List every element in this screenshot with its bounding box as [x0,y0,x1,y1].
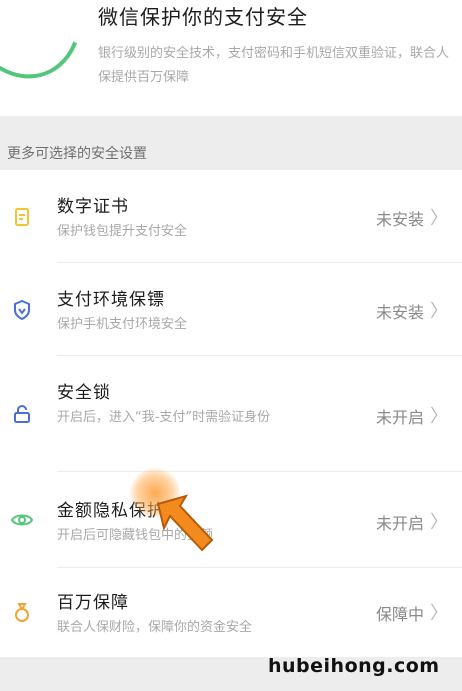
item-title: 安全锁 [57,383,111,403]
chevron-right-icon: 〉 [430,406,448,427]
item-status: 未安装 [375,210,424,229]
security-arc [0,0,103,96]
pointer-arrow-icon [156,494,214,552]
item-title: 支付环境保镖 [57,290,165,310]
item-title: 数字证书 [57,197,129,217]
item-subtitle: 保护手机支付环境安全 [57,317,188,332]
section-title: 更多可选择的安全设置 [7,146,147,162]
shield-icon [14,299,30,321]
certificate-icon [15,208,29,226]
list-item-security-lock[interactable]: 安全锁 开启后，进入“我-支付”时需验证身份 未开启 〉 [0,356,462,472]
section-header: 更多可选择的安全设置 [0,116,462,170]
item-status: 未开启 [375,408,424,427]
list-item-amount-privacy[interactable]: 金额隐私保护 开启后可隐藏钱包中的金额 未开启 〉 [0,472,462,568]
chevron-right-icon: 〉 [430,512,448,533]
list-item-million-guarantee[interactable]: 百万保障 联合人保财险，保障你的资金安全 保障中 〉 [0,568,462,657]
item-subtitle: 联合人保财险，保障你的资金安全 [57,620,253,635]
watermark: hubeihong.com [268,655,440,677]
item-status: 保障中 [375,605,424,624]
list-item-digital-certificate[interactable]: 数字证书 保护钱包提升支付安全 未安装 〉 [0,170,462,263]
item-subtitle: 开启后，进入“我-支付”时需验证身份 [57,410,271,425]
header-title: 微信保护你的支付安全 [98,5,308,29]
item-subtitle: 保护钱包提升支付安全 [57,224,188,239]
item-status: 未开启 [375,514,424,533]
chevron-right-icon: 〉 [430,301,448,322]
item-status: 未安装 [375,303,424,322]
header-description: 银行级别的安全技术，支付密码和手机短信双重验证，联合人保提供百万保障 [98,46,450,85]
chevron-right-icon: 〉 [430,603,448,624]
money-bag-icon [15,603,29,622]
lock-icon [14,404,30,423]
list-item-payment-environment-guard[interactable]: 支付环境保镖 保护手机支付环境安全 未安装 〉 [0,263,462,356]
item-title: 百万保障 [57,593,129,613]
eye-icon [10,514,34,526]
chevron-right-icon: 〉 [430,208,448,229]
header: 微信保护你的支付安全 银行级别的安全技术，支付密码和手机短信双重验证，联合人保提… [0,0,462,116]
